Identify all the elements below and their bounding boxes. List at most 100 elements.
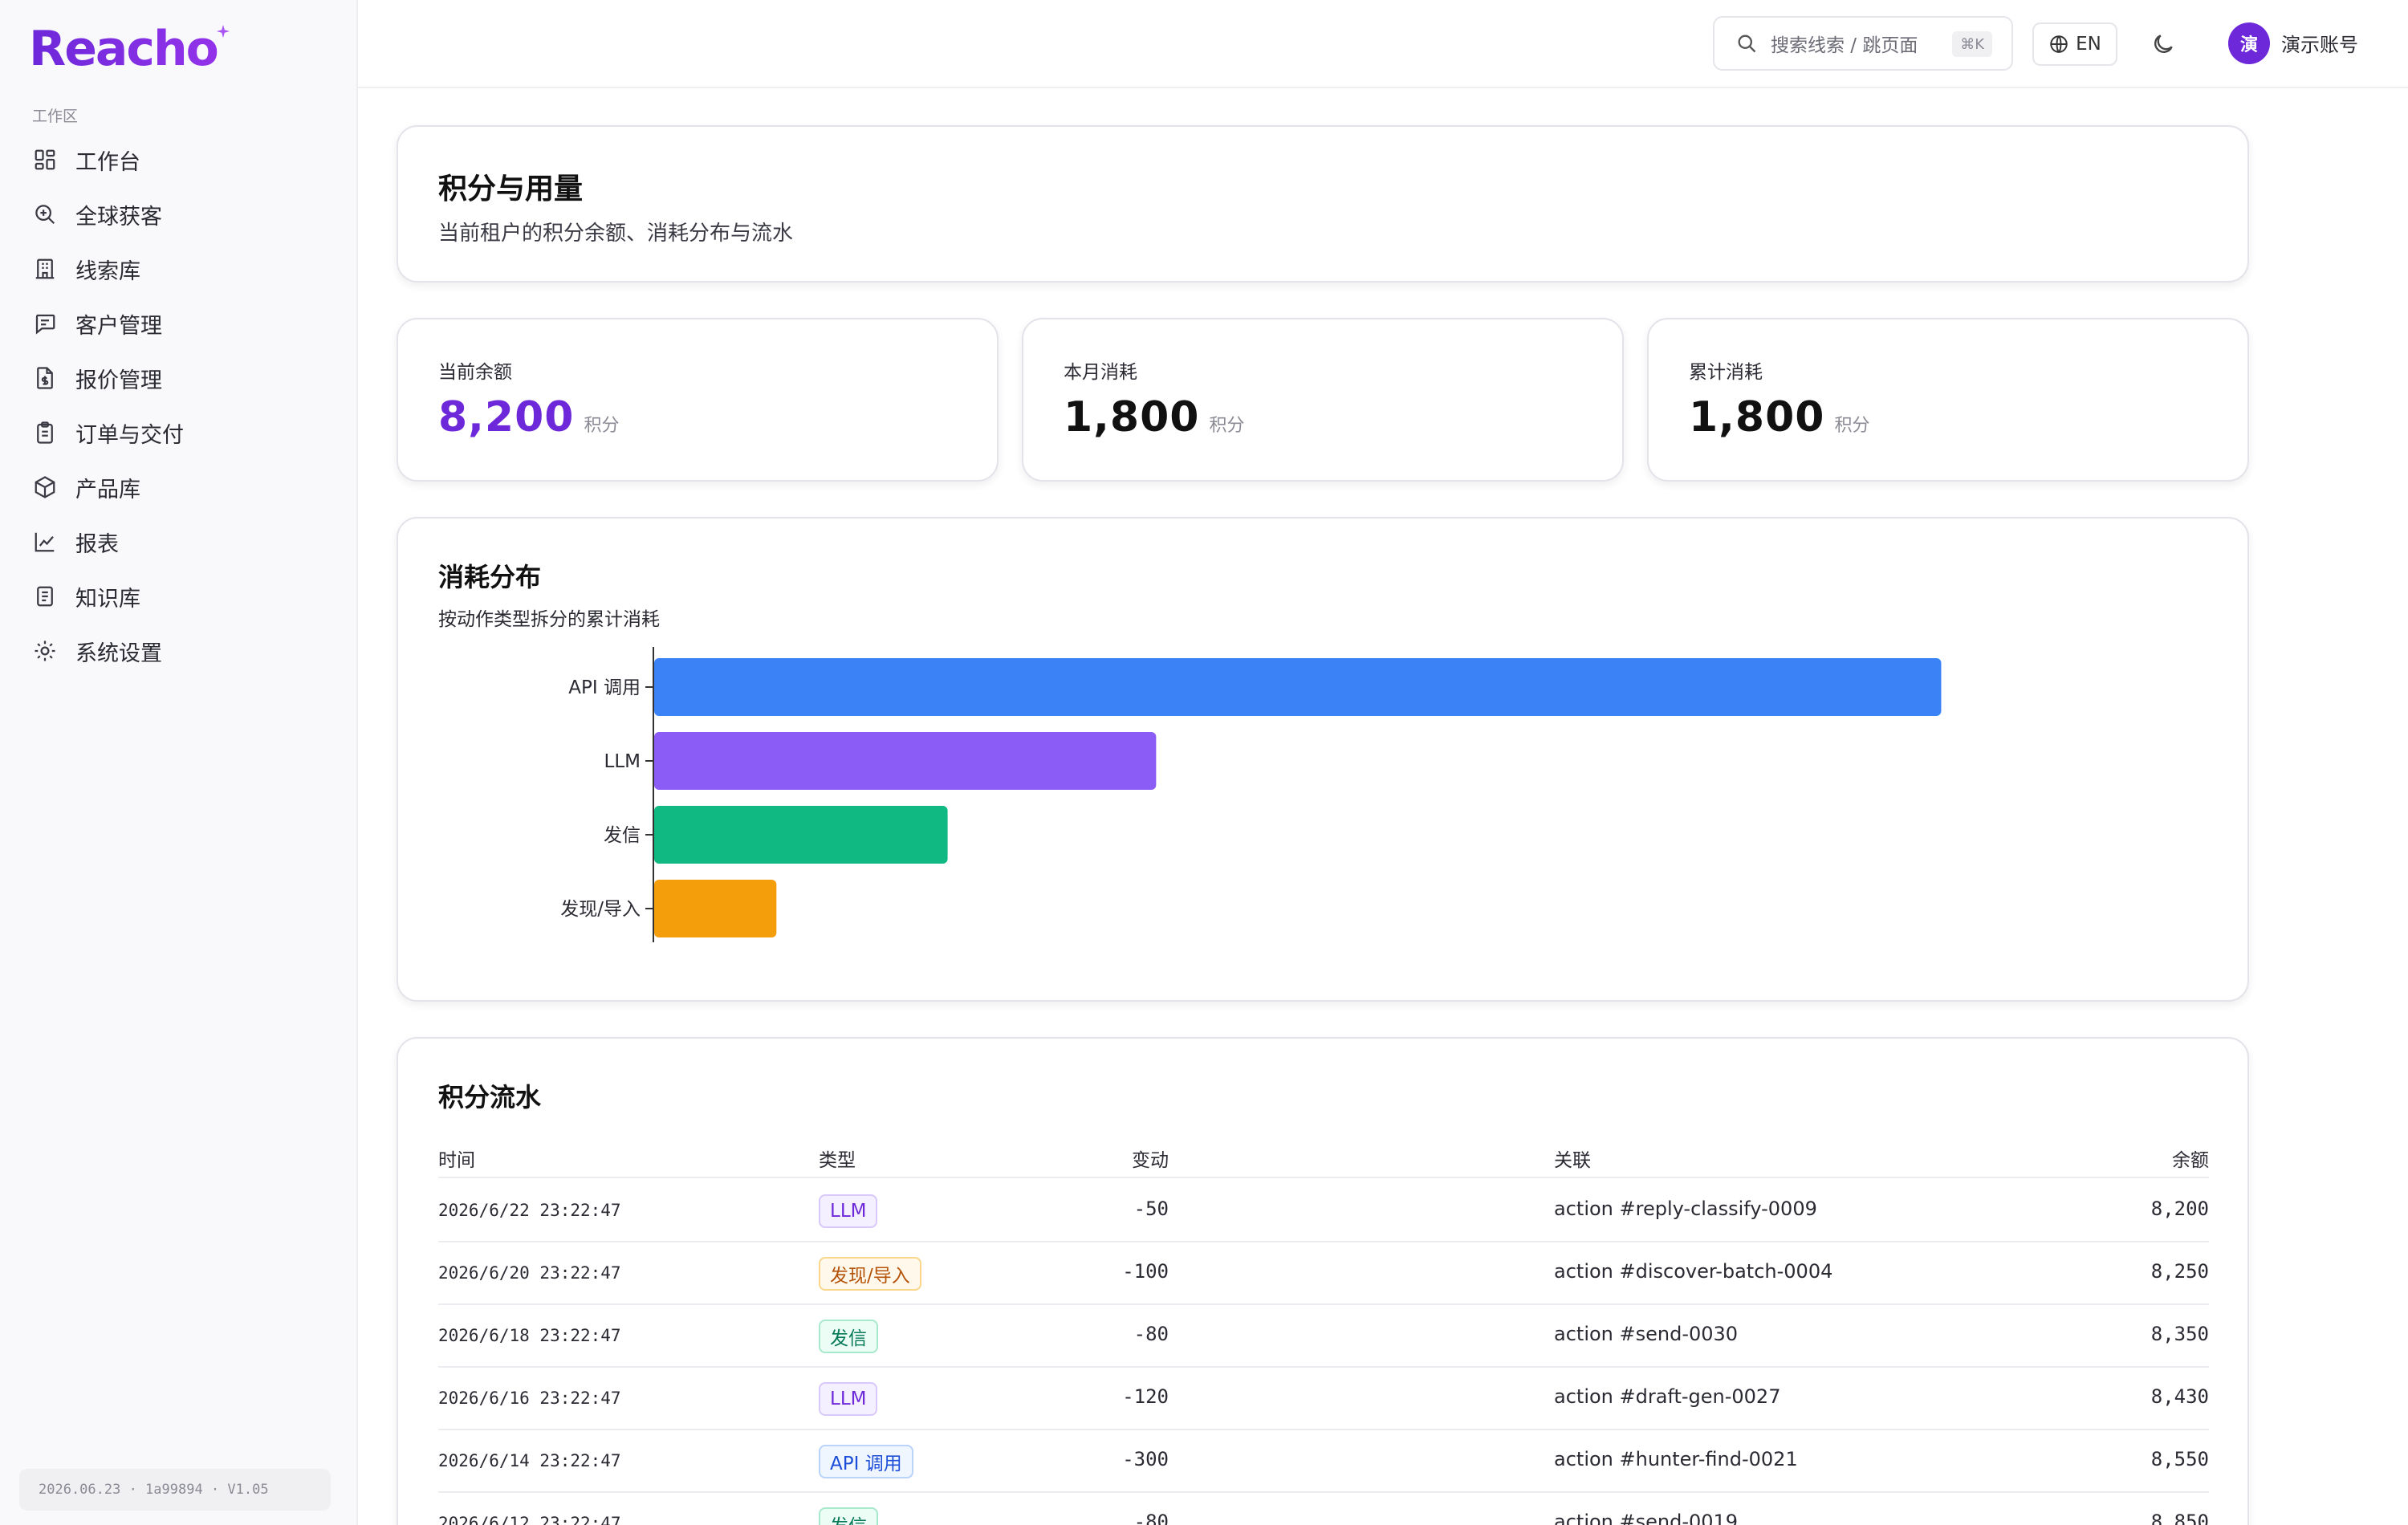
ledger-card: 积分流水 时间 类型 变动 关联 余额 2026/6/22 23:22:47 LL… bbox=[397, 1037, 2249, 1525]
cell-time: 2026/6/12 23:22:47 bbox=[438, 1514, 621, 1525]
sidebar-item-global-leads[interactable]: 全球获客 bbox=[19, 189, 340, 239]
stat-number: 1,800 bbox=[1689, 393, 1825, 441]
column-header-time[interactable]: 时间 bbox=[438, 1145, 475, 1172]
table-header: 时间 类型 变动 关联 余额 bbox=[438, 1133, 2209, 1178]
stat-card-month: 本月消耗 1,800 积分 bbox=[1022, 318, 1624, 482]
sidebar-item-label: 系统设置 bbox=[75, 640, 162, 666]
type-badge: 发信 bbox=[819, 1320, 878, 1353]
stat-number: 8,200 bbox=[438, 393, 575, 441]
bar[interactable] bbox=[654, 732, 1157, 790]
sidebar-item-customers[interactable]: 客户管理 bbox=[19, 299, 340, 348]
sidebar-item-label: 订单与交付 bbox=[75, 422, 184, 448]
bar[interactable] bbox=[654, 880, 777, 937]
avatar[interactable]: 演 bbox=[2228, 22, 2270, 64]
sidebar-nav: 工作台 全球获客 线索库 客户管理 报价管理 订单与交付 产品库 报表 知识库 … bbox=[19, 135, 340, 681]
cell-balance: 8,350 bbox=[2150, 1323, 2209, 1345]
category-label: API 调用 bbox=[568, 677, 641, 698]
cell-ref[interactable]: action #send-0030 bbox=[1554, 1323, 1738, 1345]
stat-label: 累计消耗 bbox=[1689, 362, 1763, 383]
table-row[interactable]: 2026/6/18 23:22:47 发信 -80 action #send-0030… bbox=[438, 1305, 2209, 1368]
type-badge: API 调用 bbox=[819, 1445, 913, 1478]
sparkle-icon bbox=[216, 24, 230, 39]
chat-icon bbox=[32, 311, 58, 336]
logo[interactable]: Reacho bbox=[29, 21, 230, 77]
cell-ref[interactable]: action #send-0019 bbox=[1554, 1511, 1738, 1525]
sidebar-section-label: 工作区 bbox=[32, 108, 79, 125]
table-row[interactable]: 2026/6/16 23:22:47 LLM -120 action #draft-g… bbox=[438, 1368, 2209, 1430]
consumption-chart-card: 消耗分布 按动作类型拆分的累计消耗 API 调用 LLM 发信 发现/导入 bbox=[397, 517, 2249, 1002]
table-row[interactable]: 2026/6/14 23:22:47 API 调用 -300 action #hunt… bbox=[438, 1430, 2209, 1493]
category-label: 发信 bbox=[604, 825, 641, 846]
sidebar-item-label: 客户管理 bbox=[75, 313, 162, 339]
sidebar-item-settings[interactable]: 系统设置 bbox=[19, 626, 340, 676]
sidebar-item-label: 工作台 bbox=[75, 149, 140, 175]
column-header-balance[interactable]: 余额 bbox=[2172, 1145, 2209, 1172]
stat-value: 1,800 积分 bbox=[1064, 393, 1245, 441]
bar[interactable] bbox=[654, 806, 948, 864]
sidebar-item-label: 报表 bbox=[75, 531, 119, 557]
bar[interactable] bbox=[654, 658, 1942, 716]
cell-time: 2026/6/22 23:22:47 bbox=[438, 1201, 621, 1220]
version-info: 2026.06.23 · 1a99894 · V1.05 bbox=[19, 1469, 331, 1511]
moon-icon bbox=[2154, 35, 2173, 53]
sidebar-item-lead-library[interactable]: 线索库 bbox=[19, 244, 340, 294]
language-label: EN bbox=[2076, 34, 2101, 55]
cell-balance: 8,430 bbox=[2150, 1385, 2209, 1408]
column-header-change[interactable]: 变动 bbox=[1132, 1145, 1169, 1172]
line-chart-icon bbox=[32, 529, 58, 555]
search-globe-icon bbox=[32, 201, 58, 227]
search-placeholder: 搜索线索 / 跳页面 bbox=[1771, 35, 1918, 56]
cell-ref[interactable]: action #hunter-find-0021 bbox=[1554, 1448, 1798, 1470]
box-icon bbox=[32, 474, 58, 500]
ledger-title: 积分流水 bbox=[438, 1082, 542, 1112]
sidebar-item-orders[interactable]: 订单与交付 bbox=[19, 408, 340, 458]
page-subtitle: 当前租户的积分余额、消耗分布与流水 bbox=[438, 222, 794, 246]
column-header-type[interactable]: 类型 bbox=[819, 1145, 856, 1172]
table-row[interactable]: 2026/6/22 23:22:47 LLM -50 action #reply-cl… bbox=[438, 1180, 2209, 1242]
sidebar-item-label: 知识库 bbox=[75, 586, 140, 612]
cell-balance: 8,550 bbox=[2150, 1448, 2209, 1470]
sidebar-item-reports[interactable]: 报表 bbox=[19, 517, 340, 567]
stat-label: 本月消耗 bbox=[1064, 362, 1137, 383]
cell-change: -50 bbox=[1133, 1198, 1169, 1220]
cell-balance: 8,850 bbox=[2150, 1511, 2209, 1525]
sidebar-item-quotes[interactable]: 报价管理 bbox=[19, 353, 340, 403]
category-label: 发现/导入 bbox=[560, 899, 641, 920]
sidebar: Reacho 工作区 工作台 全球获客 线索库 客户管理 报价管理 订单与交付 … bbox=[0, 0, 358, 1525]
sidebar-item-knowledge[interactable]: 知识库 bbox=[19, 571, 340, 621]
type-badge: 发信 bbox=[819, 1507, 878, 1525]
search-icon bbox=[1738, 35, 1756, 53]
table-row[interactable]: 2026/6/20 23:22:47 发现/导入 -100 action #disco… bbox=[438, 1242, 2209, 1305]
sidebar-item-label: 线索库 bbox=[75, 258, 140, 284]
stat-number: 1,800 bbox=[1064, 393, 1200, 441]
cell-change: -80 bbox=[1133, 1323, 1169, 1345]
clipboard-icon bbox=[32, 420, 58, 445]
language-switch-button[interactable]: EN bbox=[2032, 22, 2117, 66]
stat-value: 1,800 积分 bbox=[1689, 393, 1870, 441]
column-header-ref[interactable]: 关联 bbox=[1554, 1145, 1591, 1172]
stat-unit: 积分 bbox=[1834, 416, 1870, 436]
cell-balance: 8,250 bbox=[2150, 1260, 2209, 1283]
logo-text: Reacho bbox=[29, 21, 219, 77]
book-icon bbox=[32, 584, 58, 609]
cell-change: -300 bbox=[1122, 1448, 1169, 1470]
cell-ref[interactable]: action #reply-classify-0009 bbox=[1554, 1198, 1817, 1220]
theme-toggle-button[interactable] bbox=[2143, 24, 2183, 64]
sidebar-item-label: 全球获客 bbox=[75, 204, 162, 230]
sidebar-item-products[interactable]: 产品库 bbox=[19, 462, 340, 512]
stat-card-total: 累计消耗 1,800 积分 bbox=[1647, 318, 2249, 482]
cell-time: 2026/6/16 23:22:47 bbox=[438, 1389, 621, 1408]
cell-time: 2026/6/14 23:22:47 bbox=[438, 1451, 621, 1470]
gear-icon bbox=[32, 638, 58, 664]
cell-ref[interactable]: action #draft-gen-0027 bbox=[1554, 1385, 1780, 1408]
search-box[interactable]: 搜索线索 / 跳页面 ⌘K bbox=[1713, 16, 2013, 71]
stat-unit: 积分 bbox=[584, 416, 620, 436]
account-name[interactable]: 演示账号 bbox=[2281, 29, 2358, 57]
cell-ref[interactable]: action #discover-batch-0004 bbox=[1554, 1260, 1832, 1283]
globe-icon bbox=[2050, 35, 2068, 54]
sidebar-item-label: 产品库 bbox=[75, 477, 140, 502]
sidebar-item-dashboard[interactable]: 工作台 bbox=[19, 135, 340, 185]
table-row[interactable]: 2026/6/12 23:22:47 发信 -80 action #send-0019… bbox=[438, 1493, 2209, 1525]
cell-change: -100 bbox=[1122, 1260, 1169, 1283]
cell-balance: 8,200 bbox=[2150, 1198, 2209, 1220]
